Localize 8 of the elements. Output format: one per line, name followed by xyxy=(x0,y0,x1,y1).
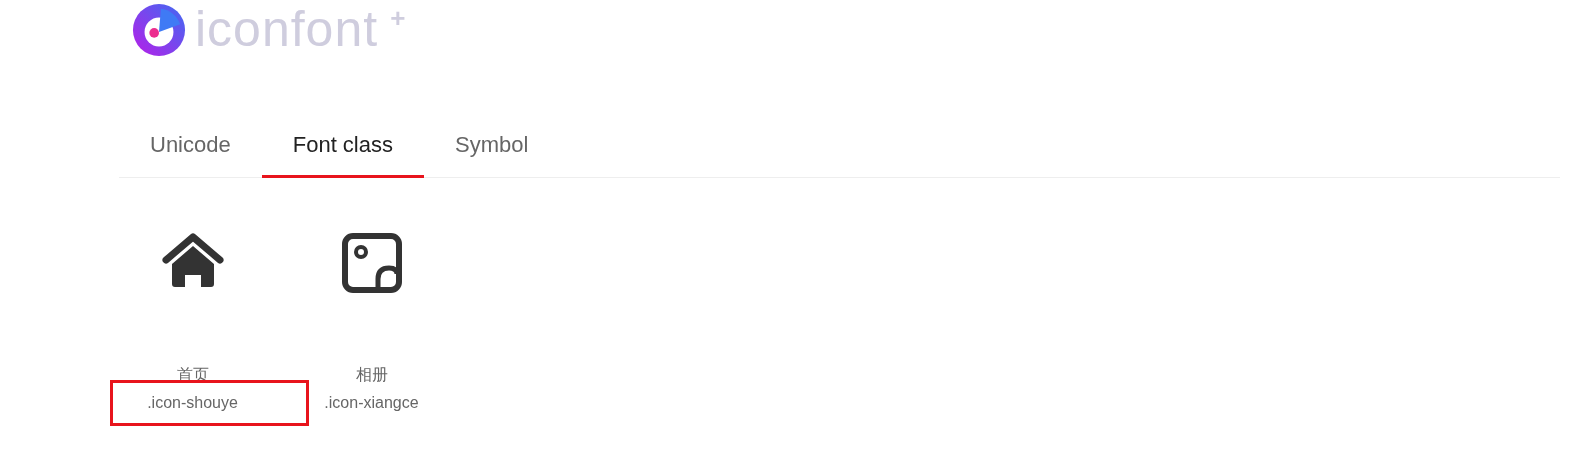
class-name: .icon-shouye xyxy=(147,393,238,413)
tab[interactable]: Font class xyxy=(261,122,424,178)
icon-label: 相册 xyxy=(355,365,388,385)
tab[interactable]: Symbol xyxy=(424,122,560,178)
logo-plus: + xyxy=(390,5,406,31)
class-name: .icon-xiangce xyxy=(324,393,419,413)
logo-icon xyxy=(131,3,187,57)
tab[interactable]: Unicode xyxy=(119,122,262,178)
